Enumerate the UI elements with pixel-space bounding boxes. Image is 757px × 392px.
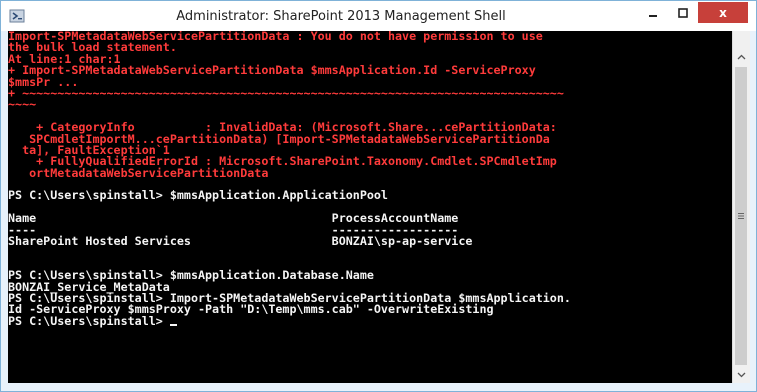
console-line-text: PS C:\Users\spinstall> $mmsApplication.A… bbox=[8, 188, 388, 203]
console-line: PS C:\Users\spinstall> bbox=[8, 313, 732, 328]
console-line-text: ~~~~ bbox=[8, 97, 37, 112]
scroll-up-button[interactable] bbox=[733, 48, 750, 65]
console-line: + ~~~~~~~~~~~~~~~~~~~~~~~~~~~~~~~~~~~~~~… bbox=[8, 85, 732, 100]
title-bar[interactable]: Administrator: SharePoint 2013 Managemen… bbox=[1, 1, 756, 31]
text-cursor bbox=[169, 323, 177, 326]
scroll-thumb[interactable] bbox=[735, 67, 747, 365]
console-line-text: SharePoint Hosted Services BONZAI\sp-ap-… bbox=[8, 234, 473, 249]
scroll-down-button[interactable] bbox=[733, 366, 750, 383]
close-icon: x bbox=[719, 5, 727, 20]
minimize-button[interactable] bbox=[638, 2, 668, 23]
console-line: SharePoint Hosted Services BONZAI\sp-ap-… bbox=[8, 234, 732, 249]
powershell-window: Administrator: SharePoint 2013 Managemen… bbox=[0, 0, 757, 392]
grip-icon bbox=[738, 213, 744, 219]
console-line: ortMetadataWebServicePartitionData bbox=[8, 165, 732, 180]
console-line-text: + Import-SPMetadataWebServicePartitionDa… bbox=[8, 63, 536, 78]
console-line: PS C:\Users\spinstall> $mmsApplication.A… bbox=[8, 188, 732, 203]
console-line: + Import-SPMetadataWebServicePartitionDa… bbox=[8, 63, 732, 78]
minimize-icon bbox=[649, 14, 657, 17]
maximize-button[interactable] bbox=[668, 2, 698, 23]
console-line-text: + ~~~~~~~~~~~~~~~~~~~~~~~~~~~~~~~~~~~~~~… bbox=[8, 85, 564, 100]
console-line-text: ortMetadataWebServicePartitionData bbox=[8, 165, 269, 180]
vertical-scrollbar[interactable] bbox=[732, 31, 750, 383]
maximize-icon bbox=[678, 7, 688, 18]
console-line: ~~~~ bbox=[8, 97, 732, 112]
console-line-text: PS C:\Users\spinstall> bbox=[8, 313, 170, 328]
window-title: Administrator: SharePoint 2013 Managemen… bbox=[176, 9, 506, 24]
console-output[interactable]: Import-SPMetadataWebServicePartitionData… bbox=[8, 31, 732, 383]
chevron-down-icon bbox=[737, 372, 746, 377]
close-button[interactable]: x bbox=[698, 2, 748, 23]
chevron-up-icon bbox=[737, 54, 746, 59]
